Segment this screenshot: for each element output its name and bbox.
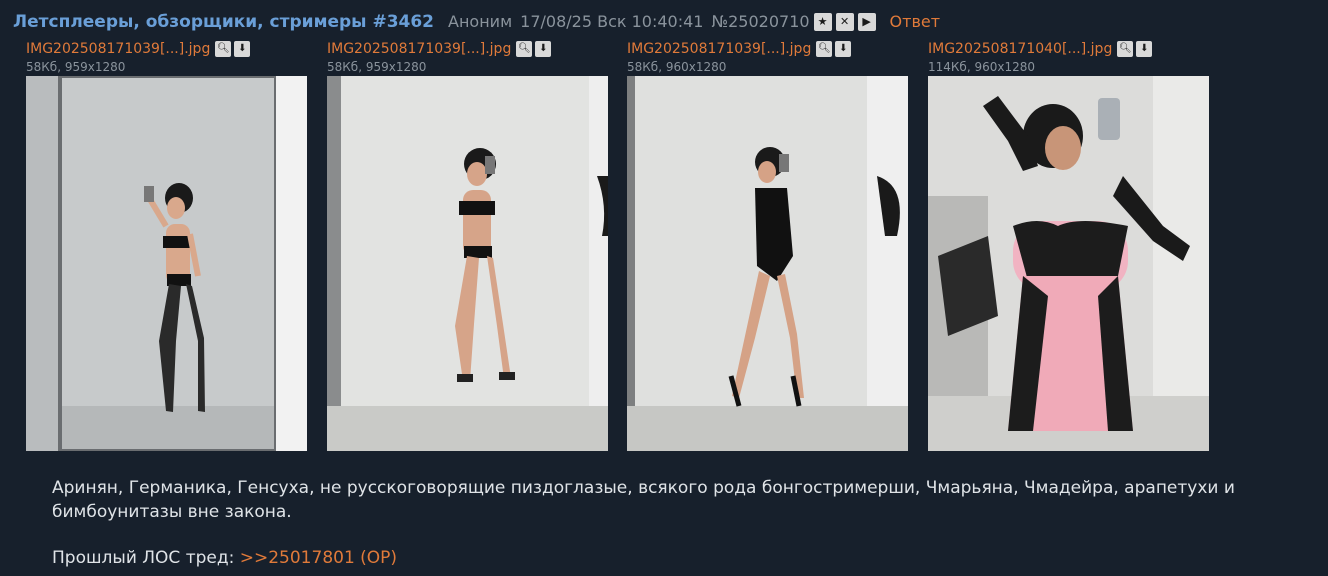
message-text: Аринян, Германика, Генсуха, не русскогов… — [52, 478, 1235, 522]
image-thumbnail[interactable] — [26, 76, 307, 451]
file-name-link[interactable]: IMG202508171040[...].jpg — [928, 41, 1112, 57]
search-icon[interactable]: 🔍︎ — [1117, 40, 1134, 57]
file-meta: 58Кб, 959x1280 — [26, 60, 126, 74]
post-header: Летсплееры, обзорщики, стримеры #3462 Ан… — [13, 10, 940, 34]
reply-link[interactable]: Ответ — [890, 10, 941, 34]
image-thumbnail[interactable] — [327, 76, 608, 451]
download-icon[interactable]: ⬇ — [1136, 40, 1153, 57]
file-name-link[interactable]: IMG202508171039[...].jpg — [26, 41, 210, 57]
image-thumbnail[interactable] — [928, 76, 1209, 451]
file-name-link[interactable]: IMG202508171039[...].jpg — [627, 41, 811, 57]
search-icon[interactable]: 🔍︎ — [816, 40, 833, 57]
file-meta: 114Кб, 960x1280 — [928, 60, 1035, 74]
file-meta: 58Кб, 960x1280 — [627, 60, 727, 74]
previous-thread-label: Прошлый ЛОС тред: — [52, 548, 240, 568]
previous-thread-link[interactable]: >>25017801 (OP) — [240, 548, 397, 568]
post-date: 17/08/25 Вск 10:40:41 — [520, 12, 704, 31]
close-icon[interactable]: ✕ — [835, 13, 854, 31]
download-icon[interactable]: ⬇ — [234, 40, 251, 57]
post-number[interactable]: №25020710 — [711, 10, 809, 34]
download-icon[interactable]: ⬇ — [835, 40, 852, 57]
file-attachment: IMG202508171039[...].jpg 🔍︎ ⬇ 58Кб, 959x… — [327, 40, 609, 451]
post-author: Аноним — [448, 12, 513, 31]
download-icon[interactable]: ⬇ — [535, 40, 552, 57]
play-icon[interactable]: ▶ — [857, 13, 876, 31]
previous-thread-line: Прошлый ЛОС тред: >>25017801 (OP) — [52, 546, 1302, 570]
file-name-link[interactable]: IMG202508171039[...].jpg — [327, 41, 511, 57]
star-icon[interactable]: ★ — [813, 13, 832, 31]
search-icon[interactable]: 🔍︎ — [516, 40, 533, 57]
search-icon[interactable]: 🔍︎ — [215, 40, 232, 57]
post-message: Аринян, Германика, Генсуха, не русскогов… — [52, 476, 1302, 570]
file-attachment: IMG202508171039[...].jpg 🔍︎ ⬇ 58Кб, 959x… — [26, 40, 308, 451]
file-attachment: IMG202508171040[...].jpg 🔍︎ ⬇ 114Кб, 960… — [928, 40, 1210, 451]
thread-title: Летсплееры, обзорщики, стримеры #3462 — [13, 12, 435, 32]
file-meta: 58Кб, 959x1280 — [327, 60, 427, 74]
file-attachment: IMG202508171039[...].jpg 🔍︎ ⬇ 58Кб, 960x… — [627, 40, 909, 451]
image-thumbnail[interactable] — [627, 76, 908, 451]
